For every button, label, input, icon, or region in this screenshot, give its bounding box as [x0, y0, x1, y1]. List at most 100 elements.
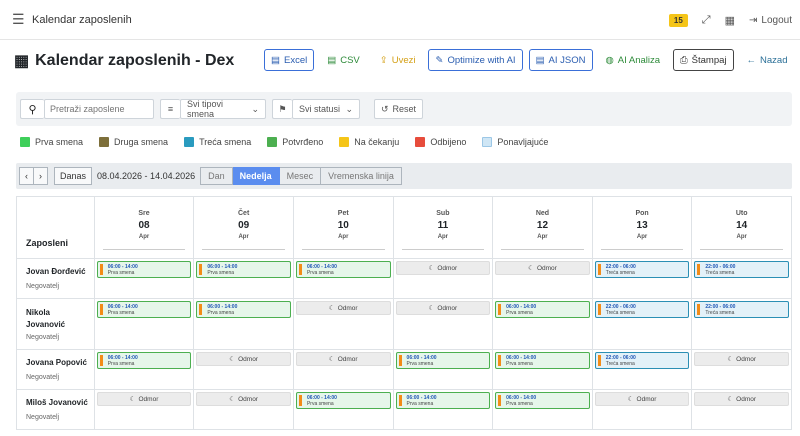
day-cell[interactable]: ☾ Odmor: [392, 259, 493, 298]
day-cell[interactable]: ☾ Odmor: [591, 390, 692, 429]
day-off-block[interactable]: ☾ Odmor: [395, 261, 491, 275]
shift-block[interactable]: 06:00 - 14:00 Prva smena: [196, 301, 291, 318]
day-off-block[interactable]: ☾ Odmor: [594, 392, 690, 406]
day-cell[interactable]: 06:00 - 14:00 Prva smena: [93, 259, 194, 298]
reset-button[interactable]: ↺ Reset: [374, 99, 424, 119]
day-cell[interactable]: 06:00 - 14:00 Prva smena: [193, 259, 293, 298]
day-cell[interactable]: 06:00 - 14:00 Prva smena: [492, 299, 592, 349]
shift-status-bar: [398, 395, 402, 406]
day-cell[interactable]: 22:00 - 06:00 Treća smena: [591, 259, 692, 298]
back-button[interactable]: ← Nazad: [739, 49, 795, 71]
day-off-block[interactable]: ☾ Odmor: [196, 392, 291, 406]
day-cell[interactable]: ☾ Odmor: [292, 350, 393, 389]
day-off-block[interactable]: ☾ Odmor: [495, 261, 590, 275]
day-cell[interactable]: ☾ Odmor: [93, 390, 194, 429]
day-off-block[interactable]: ☾ Odmor: [694, 352, 789, 366]
day-cell[interactable]: ☾ Odmor: [492, 259, 592, 298]
shift-block[interactable]: 22:00 - 06:00 Treća smena: [594, 301, 690, 318]
shift-block[interactable]: 06:00 - 14:00 Prva smena: [495, 392, 590, 409]
csv-button[interactable]: ▤ CSV: [320, 49, 367, 71]
legend-swatch: [20, 137, 30, 147]
moon-icon: ☾: [428, 265, 435, 272]
day-name: Čet: [238, 210, 250, 217]
day-off-block[interactable]: ☾ Odmor: [295, 301, 391, 315]
day-date: 13: [636, 220, 648, 231]
shift-time: 06:00 - 14:00: [406, 354, 437, 361]
shift-block[interactable]: 06:00 - 14:00 Prva smena: [395, 352, 491, 369]
employee-cell: Miloš Jovanović Negovatelj: [17, 390, 94, 429]
ai-json-button[interactable]: ▤ AI JSON: [528, 49, 593, 71]
day-cell[interactable]: 06:00 - 14:00 Prva smena: [392, 350, 493, 389]
excel-button[interactable]: ▤ Excel: [264, 49, 315, 71]
shift-block[interactable]: 06:00 - 14:00 Prva smena: [395, 392, 491, 409]
shift-block[interactable]: 06:00 - 14:00 Prva smena: [96, 301, 192, 318]
day-cell[interactable]: 06:00 - 14:00 Prva smena: [392, 390, 493, 429]
prev-button[interactable]: ‹: [19, 167, 34, 185]
employee-name[interactable]: Jovana Popović: [26, 358, 94, 367]
day-cell[interactable]: 22:00 - 06:00 Treća smena: [691, 299, 791, 349]
shift-status-bar: [697, 304, 701, 315]
view-button[interactable]: Mesec: [279, 167, 322, 185]
shift-block[interactable]: 06:00 - 14:00 Prva smena: [96, 261, 192, 278]
day-cell[interactable]: 22:00 - 06:00 Treća smena: [591, 299, 692, 349]
next-button[interactable]: ›: [34, 167, 48, 185]
day-cell[interactable]: ☾ Odmor: [691, 390, 791, 429]
day-cell[interactable]: ☾ Odmor: [193, 350, 293, 389]
legend-label: Druga smena: [114, 137, 169, 147]
shift-block[interactable]: 06:00 - 14:00 Prva smena: [295, 392, 391, 409]
search-input[interactable]: [44, 99, 154, 119]
view-button[interactable]: Vremenska linija: [321, 167, 402, 185]
employee-name[interactable]: Nikola Jovanović: [26, 307, 81, 331]
shift-block[interactable]: 22:00 - 06:00 Treća smena: [594, 261, 690, 278]
shift-status-bar: [398, 355, 402, 366]
shift-block[interactable]: 22:00 - 06:00 Treća smena: [594, 352, 690, 369]
day-cell[interactable]: 06:00 - 14:00 Prva smena: [93, 350, 194, 389]
day-cell[interactable]: ☾ Odmor: [392, 299, 493, 349]
shift-block[interactable]: 22:00 - 06:00 Treća smena: [694, 261, 789, 278]
logout-button[interactable]: ⇥ Logout: [749, 15, 792, 26]
print-button[interactable]: ⎙ Štampaj: [673, 49, 734, 71]
day-cell[interactable]: ☾ Odmor: [292, 299, 393, 349]
day-off-block[interactable]: ☾ Odmor: [694, 392, 789, 406]
day-cell[interactable]: 22:00 - 06:00 Treća smena: [591, 350, 692, 389]
shift-label: Prva smena: [107, 360, 135, 367]
status-select[interactable]: Svi statusi ⌄: [292, 99, 360, 119]
hamburger-menu-icon[interactable]: ☰: [12, 11, 30, 28]
employee-name[interactable]: Jovan Đorđević: [26, 267, 94, 276]
day-cell[interactable]: ☾ Odmor: [193, 390, 293, 429]
day-off-block[interactable]: ☾ Odmor: [295, 352, 391, 366]
shift-block[interactable]: 22:00 - 06:00 Treća smena: [694, 301, 789, 318]
shift-block[interactable]: 06:00 - 14:00 Prva smena: [495, 301, 590, 318]
shift-block[interactable]: 06:00 - 14:00 Prva smena: [196, 261, 291, 278]
day-cell[interactable]: 06:00 - 14:00 Prva smena: [492, 390, 592, 429]
view-button[interactable]: Dan: [200, 167, 233, 185]
shift-type-select[interactable]: Svi tipovi smena ⌄: [180, 99, 266, 119]
shift-block[interactable]: 06:00 - 14:00 Prva smena: [96, 352, 192, 369]
employee-name[interactable]: Miloš Jovanović: [26, 398, 94, 407]
day-cell[interactable]: ☾ Odmor: [691, 350, 791, 389]
grid-icon[interactable]: ▦: [725, 14, 735, 27]
ai-analysis-button[interactable]: ◍ AI Analiza: [598, 49, 668, 71]
legend-swatch: [99, 137, 110, 147]
optimize-ai-button[interactable]: ✎ Optimize with AI: [428, 49, 523, 71]
day-cell[interactable]: 06:00 - 14:00 Prva smena: [292, 390, 393, 429]
view-button[interactable]: Nedelja: [232, 167, 280, 185]
day-cell[interactable]: 06:00 - 14:00 Prva smena: [193, 299, 293, 349]
day-cell[interactable]: 22:00 - 06:00 Treća smena: [691, 259, 791, 298]
shift-block[interactable]: 06:00 - 14:00 Prva smena: [495, 352, 590, 369]
notification-badge[interactable]: 15: [668, 13, 688, 27]
today-button[interactable]: Danas: [54, 167, 93, 185]
import-button[interactable]: ⇪ Uvezi: [372, 49, 423, 71]
fullscreen-icon[interactable]: ⤢: [702, 14, 711, 27]
day-off-block[interactable]: ☾ Odmor: [96, 392, 192, 406]
shift-block[interactable]: 06:00 - 14:00 Prva smena: [295, 261, 391, 278]
employee-row: Nikola Jovanović Negovatelj 06:00 - 14:00 P…: [17, 299, 791, 350]
day-off-block[interactable]: ☾ Odmor: [395, 301, 491, 315]
shift-status-bar: [199, 264, 203, 275]
employee-row: Jovan Đorđević Negovatelj 06:00 - 14:00 Prv…: [17, 259, 791, 299]
day-cell[interactable]: 06:00 - 14:00 Prva smena: [492, 350, 592, 389]
day-cell[interactable]: 06:00 - 14:00 Prva smena: [292, 259, 393, 298]
arrow-left-icon: ←: [746, 54, 757, 66]
day-off-block[interactable]: ☾ Odmor: [196, 352, 291, 366]
day-cell[interactable]: 06:00 - 14:00 Prva smena: [93, 299, 194, 349]
